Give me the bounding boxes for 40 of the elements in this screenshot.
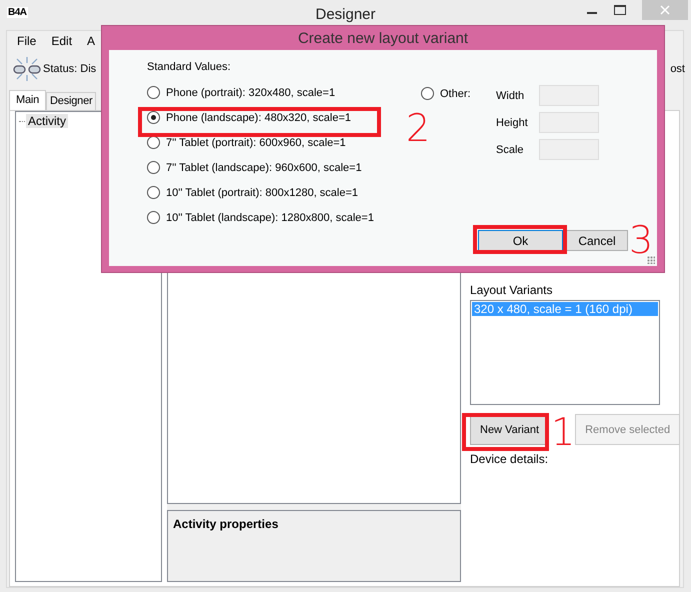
radio-label: Other:: [440, 88, 471, 100]
dialog-button[interactable]: Ok: [478, 230, 563, 251]
radio-label: 7'' Tablet (landscape): 960x600, scale=1: [166, 162, 362, 174]
group-label: Standard Values:: [147, 61, 232, 73]
field-label: Width: [496, 90, 526, 102]
step-number: 3: [629, 226, 654, 255]
radio-label: 10'' Tablet (portrait): 800x1280, scale=1: [166, 186, 358, 198]
menu-item[interactable]: A: [87, 34, 96, 48]
status-text: Status: Dis: [43, 63, 96, 75]
menu-item[interactable]: File: [17, 34, 36, 48]
maximize-icon[interactable]: [614, 5, 626, 15]
step-number: 2: [406, 109, 430, 147]
radio-button[interactable]: [147, 136, 160, 149]
properties-title: Activity properties: [173, 517, 278, 531]
broken-link-icon: [13, 56, 41, 82]
menu-item[interactable]: Edit: [51, 34, 72, 48]
window-title: Designer: [315, 6, 376, 23]
field-label: Scale: [496, 144, 525, 156]
tree-item[interactable]: Activity: [26, 114, 68, 128]
radio-label: Phone (portrait): 320x480, scale=1: [166, 86, 336, 98]
tab[interactable]: Main: [9, 90, 46, 110]
dialog-button[interactable]: Cancel: [566, 230, 628, 251]
radio-button[interactable]: [147, 161, 160, 174]
radio-button[interactable]: [147, 211, 160, 224]
step-number: 1: [551, 413, 576, 451]
toolbar-label: ost: [670, 63, 685, 75]
radio-label: 10'' Tablet (landscape): 1280x800, scale=1: [166, 212, 374, 224]
radio-button[interactable]: [147, 186, 160, 199]
radio-button[interactable]: [421, 87, 434, 100]
device-details-label: Device details:: [470, 452, 548, 466]
app-logo: B4A: [7, 7, 28, 18]
layout-variants-label: Layout Variants: [470, 283, 552, 297]
radio-button[interactable]: [147, 86, 160, 99]
field-label: Height: [496, 116, 529, 128]
tab[interactable]: Designer: [46, 92, 96, 110]
radio-button[interactable]: [147, 111, 160, 124]
radio-label: Phone (landscape): 480x320, scale=1: [166, 112, 351, 124]
dialog-title: Create new layout variant: [298, 30, 468, 46]
resize-grip-icon[interactable]: [647, 256, 655, 264]
radio-label: 7'' Tablet (portrait): 600x960, scale=1: [166, 136, 346, 148]
